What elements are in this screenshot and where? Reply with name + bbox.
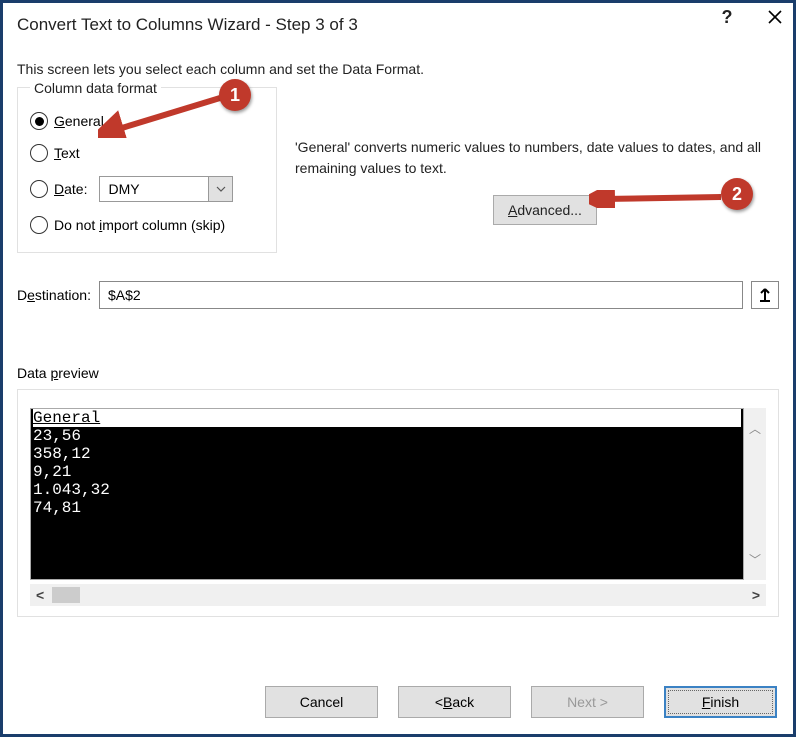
preview-row: 74,81 bbox=[33, 499, 741, 517]
radio-icon bbox=[30, 216, 48, 234]
button-bar: Cancel < Back Next > Finish bbox=[3, 670, 793, 734]
wizard-dialog: Convert Text to Columns Wizard - Step 3 … bbox=[0, 0, 796, 737]
scroll-thumb[interactable] bbox=[52, 587, 80, 603]
vertical-scrollbar[interactable]: ︿ ﹀ bbox=[744, 408, 766, 580]
dialog-title: Convert Text to Columns Wizard - Step 3 … bbox=[17, 15, 358, 35]
preview-column[interactable]: General 23,56 358,12 9,21 1.043,32 74,81 bbox=[30, 408, 744, 580]
back-button[interactable]: < Back bbox=[398, 686, 511, 718]
help-icon[interactable]: ? bbox=[717, 7, 737, 27]
radio-skip-label: Do not import column (skip) bbox=[54, 217, 225, 233]
close-icon[interactable] bbox=[765, 7, 785, 27]
destination-input[interactable] bbox=[99, 281, 743, 309]
chevron-down-icon[interactable] bbox=[208, 177, 232, 201]
group-label: Column data format bbox=[30, 80, 161, 96]
range-selector-button[interactable] bbox=[751, 281, 779, 309]
radio-icon bbox=[30, 144, 48, 162]
radio-text-label: Text bbox=[54, 145, 80, 161]
radio-general-label: General bbox=[54, 113, 104, 129]
annotation-badge-2: 2 bbox=[721, 178, 753, 210]
finish-button[interactable]: Finish bbox=[664, 686, 777, 718]
scroll-left-icon[interactable]: < bbox=[36, 587, 44, 603]
preview-row: 9,21 bbox=[33, 463, 741, 481]
scroll-down-icon[interactable]: ﹀ bbox=[749, 551, 761, 568]
radio-date-label: Date: bbox=[54, 181, 87, 197]
radio-general[interactable]: General bbox=[30, 112, 264, 130]
format-description-panel: 'General' converts numeric values to num… bbox=[285, 87, 779, 253]
preview-column-header: General bbox=[33, 409, 741, 427]
preview-row: 358,12 bbox=[33, 445, 741, 463]
instruction-text: This screen lets you select each column … bbox=[17, 61, 779, 77]
preview-row: 1.043,32 bbox=[33, 481, 741, 499]
cancel-button[interactable]: Cancel bbox=[265, 686, 378, 718]
horizontal-scrollbar[interactable]: < > bbox=[30, 584, 766, 606]
column-data-format-group: Column data format General Text Date: DM… bbox=[17, 87, 277, 253]
scroll-right-icon[interactable]: > bbox=[752, 587, 760, 603]
data-preview-box: General 23,56 358,12 9,21 1.043,32 74,81… bbox=[17, 389, 779, 617]
radio-icon bbox=[30, 180, 48, 198]
destination-label: Destination: bbox=[17, 287, 91, 303]
radio-icon bbox=[30, 112, 48, 130]
preview-row: 23,56 bbox=[33, 427, 741, 445]
date-format-value: DMY bbox=[100, 177, 208, 201]
annotation-badge-1: 1 bbox=[219, 79, 251, 111]
radio-skip[interactable]: Do not import column (skip) bbox=[30, 216, 264, 234]
next-button: Next > bbox=[531, 686, 644, 718]
format-description: 'General' converts numeric values to num… bbox=[295, 137, 771, 179]
scroll-up-icon[interactable]: ︿ bbox=[749, 420, 761, 437]
advanced-button[interactable]: Advanced... bbox=[493, 195, 597, 225]
data-preview-label: Data preview bbox=[17, 365, 779, 381]
radio-text[interactable]: Text bbox=[30, 144, 264, 162]
titlebar: Convert Text to Columns Wizard - Step 3 … bbox=[3, 3, 793, 47]
radio-date[interactable]: Date: DMY bbox=[30, 176, 264, 202]
date-format-select[interactable]: DMY bbox=[99, 176, 233, 202]
